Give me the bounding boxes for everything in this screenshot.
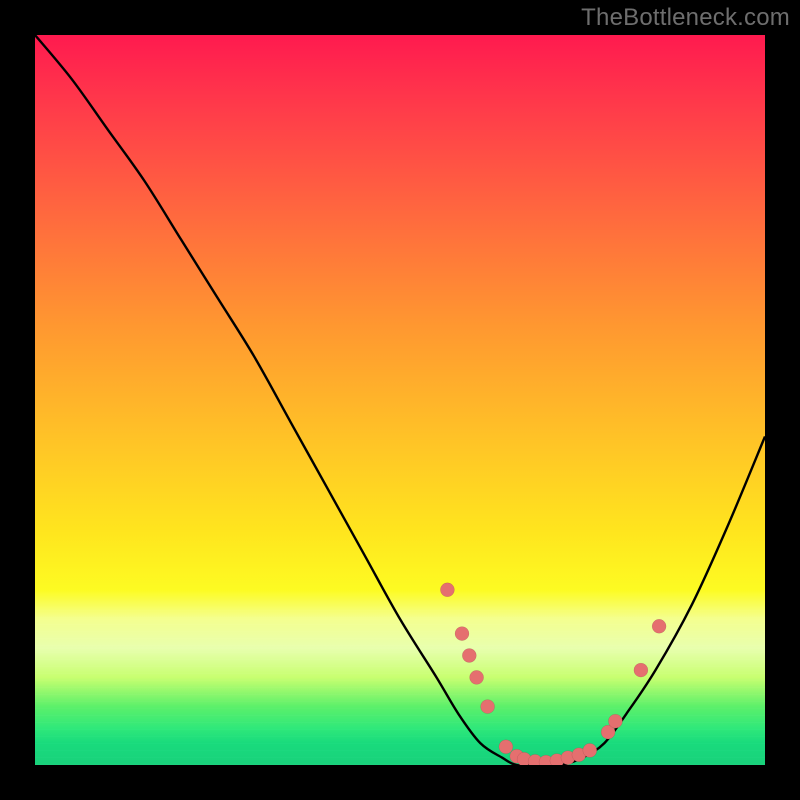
scatter-dot — [583, 743, 597, 757]
scatter-dot — [462, 649, 476, 663]
scatter-dot — [652, 619, 666, 633]
scatter-dot — [499, 740, 513, 754]
watermark-label: TheBottleneck.com — [581, 4, 790, 32]
scatter-dot — [440, 583, 454, 597]
scatter-dot — [455, 627, 469, 641]
bottleneck-curve — [35, 35, 765, 765]
scatter-dot — [481, 700, 495, 714]
chart-stage: TheBottleneck.com — [0, 0, 800, 800]
plot-area — [35, 35, 765, 765]
curve-layer — [35, 35, 765, 765]
scatter-dot — [608, 714, 622, 728]
scatter-dot — [634, 663, 648, 677]
scatter-dot — [470, 670, 484, 684]
